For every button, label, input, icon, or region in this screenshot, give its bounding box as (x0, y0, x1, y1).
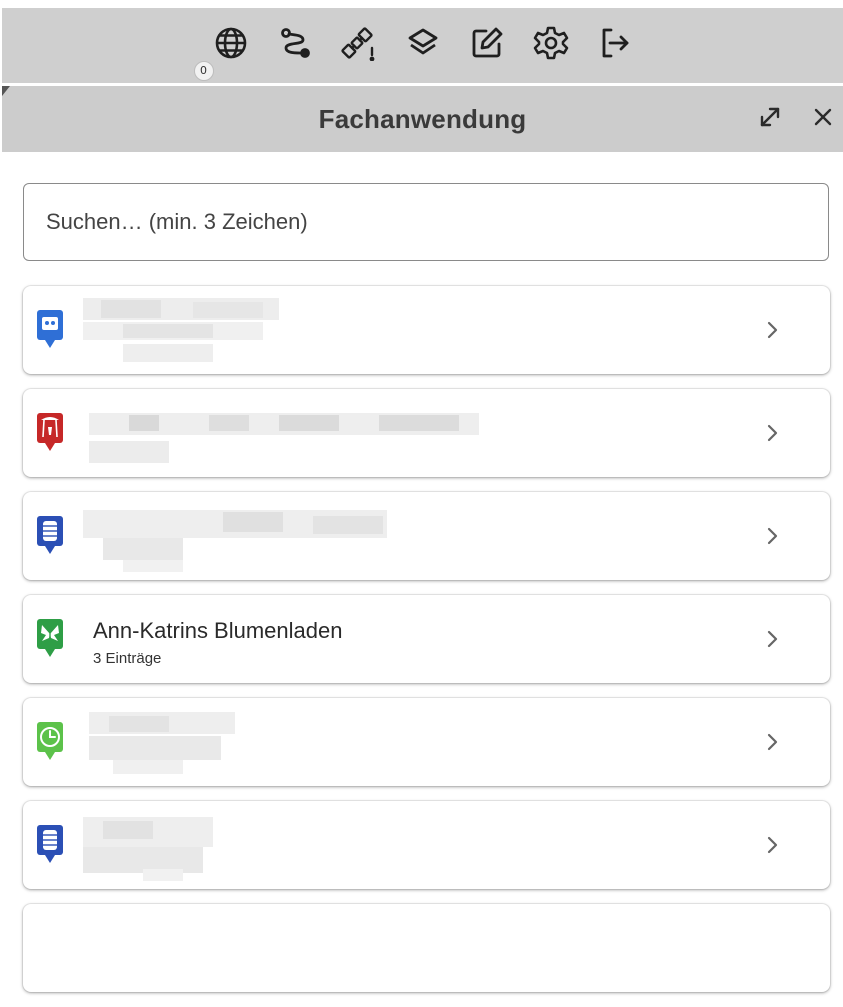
expand-icon (756, 103, 784, 136)
chevron-right-icon (766, 524, 780, 548)
search-input[interactable] (24, 184, 828, 260)
close-icon (809, 103, 837, 136)
layer-count-badge: 0 (193, 60, 214, 81)
edit-icon (469, 25, 505, 66)
globe-button[interactable]: 0 (193, 25, 252, 81)
list-item-count: 3 Einträge (93, 650, 162, 667)
database-pin-icon (37, 821, 63, 867)
search-box (23, 183, 829, 261)
satellite-warning-icon (340, 25, 377, 66)
clock-pin-icon (37, 718, 63, 764)
close-button[interactable] (807, 103, 839, 135)
playground-pin-icon (37, 409, 63, 455)
route-icon (277, 25, 313, 66)
list-item-title: Ann-Katrins Blumenladen (93, 618, 343, 643)
settings-button[interactable] (530, 25, 572, 67)
butterfly-pin-icon (37, 615, 63, 661)
chevron-right-icon (766, 421, 780, 445)
database-pin-icon (37, 512, 63, 558)
list-item[interactable]: Ann-Katrins Blumenladen 3 Einträge (23, 595, 830, 683)
list-item[interactable] (23, 389, 830, 477)
list-item[interactable] (23, 286, 830, 374)
layers-button[interactable] (402, 25, 444, 67)
settings-icon (533, 25, 569, 66)
list-item[interactable] (23, 801, 830, 889)
list-item[interactable] (23, 492, 830, 580)
chevron-right-icon (766, 833, 780, 857)
chevron-right-icon (766, 318, 780, 342)
logout-button[interactable] (594, 25, 636, 67)
list-item[interactable] (23, 904, 830, 992)
panel-header: Fachanwendung (2, 86, 843, 152)
top-toolbar: 0 (2, 8, 843, 83)
chevron-right-icon (766, 730, 780, 754)
globe-icon (213, 25, 249, 66)
logout-icon (597, 25, 633, 66)
list-item[interactable] (23, 698, 830, 786)
chevron-right-icon (766, 627, 780, 651)
edit-button[interactable] (466, 25, 508, 67)
category-list: Ann-Katrins Blumenladen 3 Einträge (23, 286, 830, 1007)
cinema-pin-icon (37, 306, 63, 352)
expand-button[interactable] (754, 103, 786, 135)
satellite-status-button[interactable] (338, 25, 380, 67)
panel-title: Fachanwendung (318, 103, 527, 134)
route-button[interactable] (274, 25, 316, 67)
layers-icon (405, 25, 441, 66)
